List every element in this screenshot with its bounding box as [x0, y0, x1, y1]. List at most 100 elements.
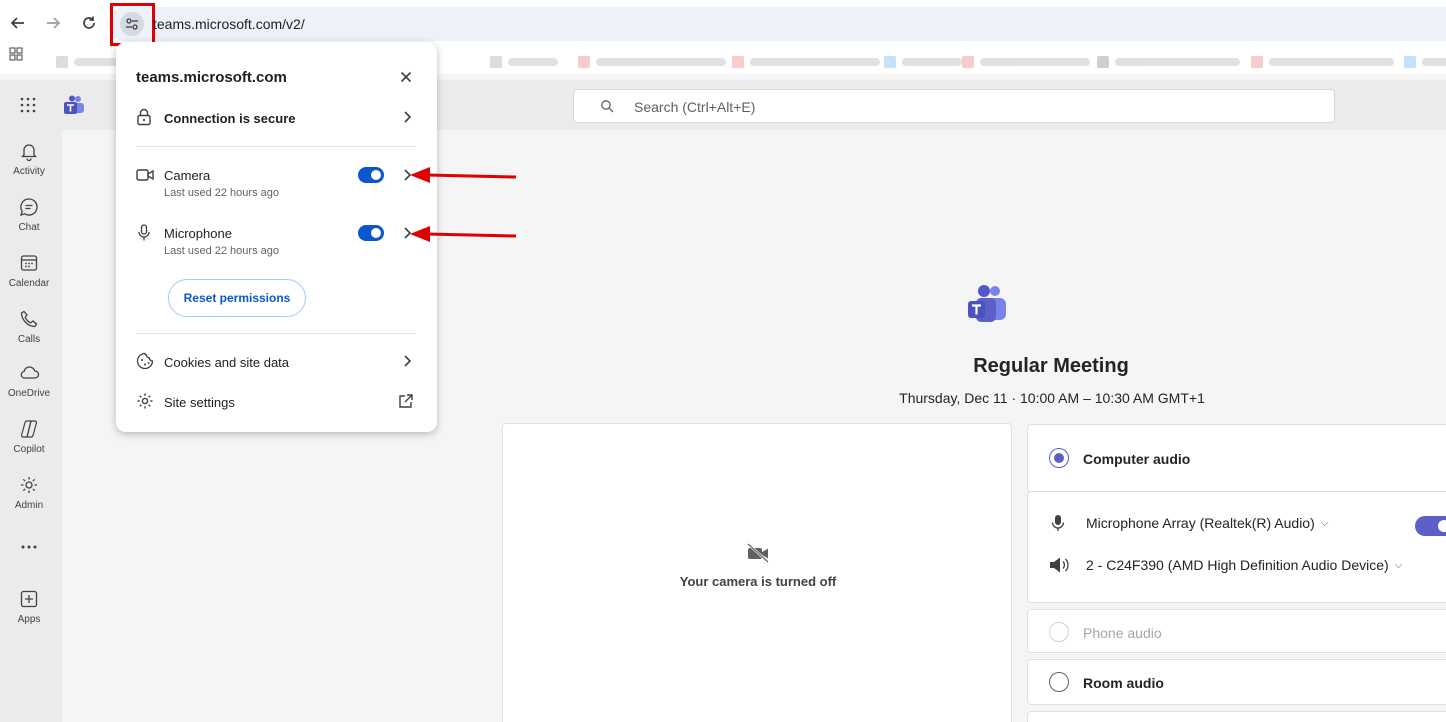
rail-item-onedrive[interactable]: OneDrive: [0, 360, 58, 399]
chevron-down-icon: ⌵: [1394, 559, 1403, 571]
meeting-end: 10:30 AM GMT+1: [1094, 390, 1205, 406]
rail-item-calls[interactable]: Calls: [0, 306, 58, 345]
external-link-icon: [398, 393, 414, 414]
search-input[interactable]: Search (Ctrl+Alt+E): [573, 89, 1335, 123]
speaker-device-label: 2 - C24F390 (AMD High Definition Audio D…: [1086, 557, 1389, 573]
apps-button[interactable]: [4, 42, 28, 66]
address-bar[interactable]: [108, 7, 1446, 41]
rail-item-calendar[interactable]: Calendar: [0, 250, 58, 289]
teams-logo: [63, 95, 85, 120]
site-settings-row[interactable]: Site settings: [136, 392, 416, 414]
camera-toggle[interactable]: [358, 167, 384, 183]
computer-audio-radio[interactable]: [1049, 448, 1069, 468]
annotation-arrow: [410, 167, 517, 183]
rail-item-label: Apps: [17, 614, 41, 625]
cookies-row[interactable]: Cookies and site data: [136, 352, 416, 374]
divider: [136, 333, 416, 334]
teams-logo: [966, 284, 1008, 331]
bookmark-item[interactable]: [732, 56, 880, 68]
video-camera-icon: [136, 168, 154, 187]
calendar-icon: [0, 250, 58, 276]
bookmark-item[interactable]: [1404, 56, 1446, 68]
room-audio-option[interactable]: Room audio: [1027, 659, 1446, 705]
app-launcher-button[interactable]: [20, 97, 36, 118]
chevron-down-icon: ⌵: [1320, 517, 1329, 529]
reload-icon: [83, 16, 95, 29]
waffle-icon: [20, 97, 36, 113]
phone-audio-label: Phone audio: [1083, 625, 1162, 641]
bookmark-item[interactable]: [884, 56, 962, 68]
rail-item-activity[interactable]: Activity: [0, 138, 58, 177]
teams-logo-icon: [968, 285, 1006, 322]
microphone-device-row[interactable]: Microphone Array (Realtek(R) Audio) ⌵: [1050, 514, 1328, 532]
site-info-popup: teams.microsoft.com Connection is secure…: [116, 42, 437, 432]
connection-row[interactable]: Connection is secure: [136, 108, 416, 130]
bookmark-item[interactable]: [490, 56, 558, 68]
rail-item-chat[interactable]: Chat: [0, 194, 58, 233]
search-icon: [600, 99, 614, 118]
more-icon: [0, 534, 58, 560]
annotation-arrow: [410, 226, 517, 242]
plus-square-icon: [0, 586, 58, 612]
rail-item-label: OneDrive: [7, 388, 51, 399]
meeting-day: Thursday, Dec 11: [899, 390, 1008, 406]
microphone-toggle[interactable]: [358, 225, 384, 241]
rail-item-apps[interactable]: Apps: [0, 586, 58, 625]
chevron-right-icon: [402, 110, 412, 129]
reset-permissions-button[interactable]: Reset permissions: [168, 279, 306, 317]
connection-label: Connection is secure: [164, 111, 296, 126]
bookmark-item[interactable]: [578, 56, 726, 68]
copilot-icon: [0, 416, 58, 442]
microphone-last-used: Last used 22 hours ago: [164, 245, 279, 257]
browser-toolbar: teams.microsoft.com/v2/: [0, 0, 1446, 48]
rail-item-label: Chat: [18, 222, 40, 233]
speaker-icon: [1050, 557, 1069, 573]
forward-button[interactable]: [41, 11, 65, 35]
divider: [136, 146, 416, 147]
microphone-icon: [136, 224, 152, 247]
room-audio-label: Room audio: [1083, 675, 1164, 691]
admin-icon: [0, 472, 58, 498]
bookmark-item[interactable]: [1251, 56, 1394, 68]
site-settings-label: Site settings: [164, 395, 235, 410]
computer-audio-label: Computer audio: [1083, 451, 1191, 467]
camera-permission-row[interactable]: Camera Last used 22 hours ago: [136, 166, 416, 202]
microphone-device-label: Microphone Array (Realtek(R) Audio): [1086, 515, 1315, 531]
bookmark-item[interactable]: [1097, 56, 1240, 68]
microphone-icon: [1051, 515, 1065, 531]
url-text[interactable]: teams.microsoft.com/v2/: [153, 16, 305, 32]
rail-item-label: Activity: [13, 166, 45, 177]
close-icon: [400, 71, 412, 83]
arrow-right-icon: [47, 17, 61, 29]
lock-icon: [136, 108, 152, 131]
phone-icon: [0, 306, 58, 332]
popup-title: teams.microsoft.com: [136, 69, 287, 86]
room-audio-radio[interactable]: [1049, 672, 1069, 692]
audio-devices-panel: Microphone Array (Realtek(R) Audio) ⌵ 2 …: [1027, 491, 1446, 603]
rail-item-label: Calls: [17, 334, 41, 345]
phone-audio-option[interactable]: Phone audio: [1027, 609, 1446, 653]
computer-audio-option[interactable]: Computer audio: [1027, 424, 1446, 492]
speaker-device-row[interactable]: 2 - C24F390 (AMD High Definition Audio D…: [1048, 556, 1402, 574]
mic-toggle[interactable]: [1415, 516, 1446, 536]
reload-button[interactable]: [77, 11, 101, 35]
camera-off-icon: [746, 543, 770, 568]
chevron-right-icon: [402, 354, 412, 373]
bookmark-item[interactable]: [56, 56, 124, 68]
audio-option-partial: [1027, 711, 1446, 722]
rail-item-label: Calendar: [8, 278, 50, 289]
phone-audio-radio[interactable]: [1049, 622, 1069, 642]
bell-icon: [0, 138, 58, 164]
back-button[interactable]: [6, 11, 30, 35]
cookie-icon: [136, 352, 154, 375]
rail-item-copilot[interactable]: Copilot: [0, 416, 58, 455]
rail-item-admin[interactable]: Admin: [0, 472, 58, 511]
camera-off-text: Your camera is turned off: [679, 574, 837, 589]
rail-item-label: Admin: [14, 500, 44, 511]
rail-item-more[interactable]: [0, 534, 58, 560]
bookmark-item[interactable]: [962, 56, 1090, 68]
rail-item-label: Copilot: [13, 444, 45, 455]
close-button[interactable]: [397, 68, 415, 86]
microphone-permission-row[interactable]: Microphone Last used 22 hours ago: [136, 224, 416, 260]
grid-icon: [9, 47, 23, 61]
